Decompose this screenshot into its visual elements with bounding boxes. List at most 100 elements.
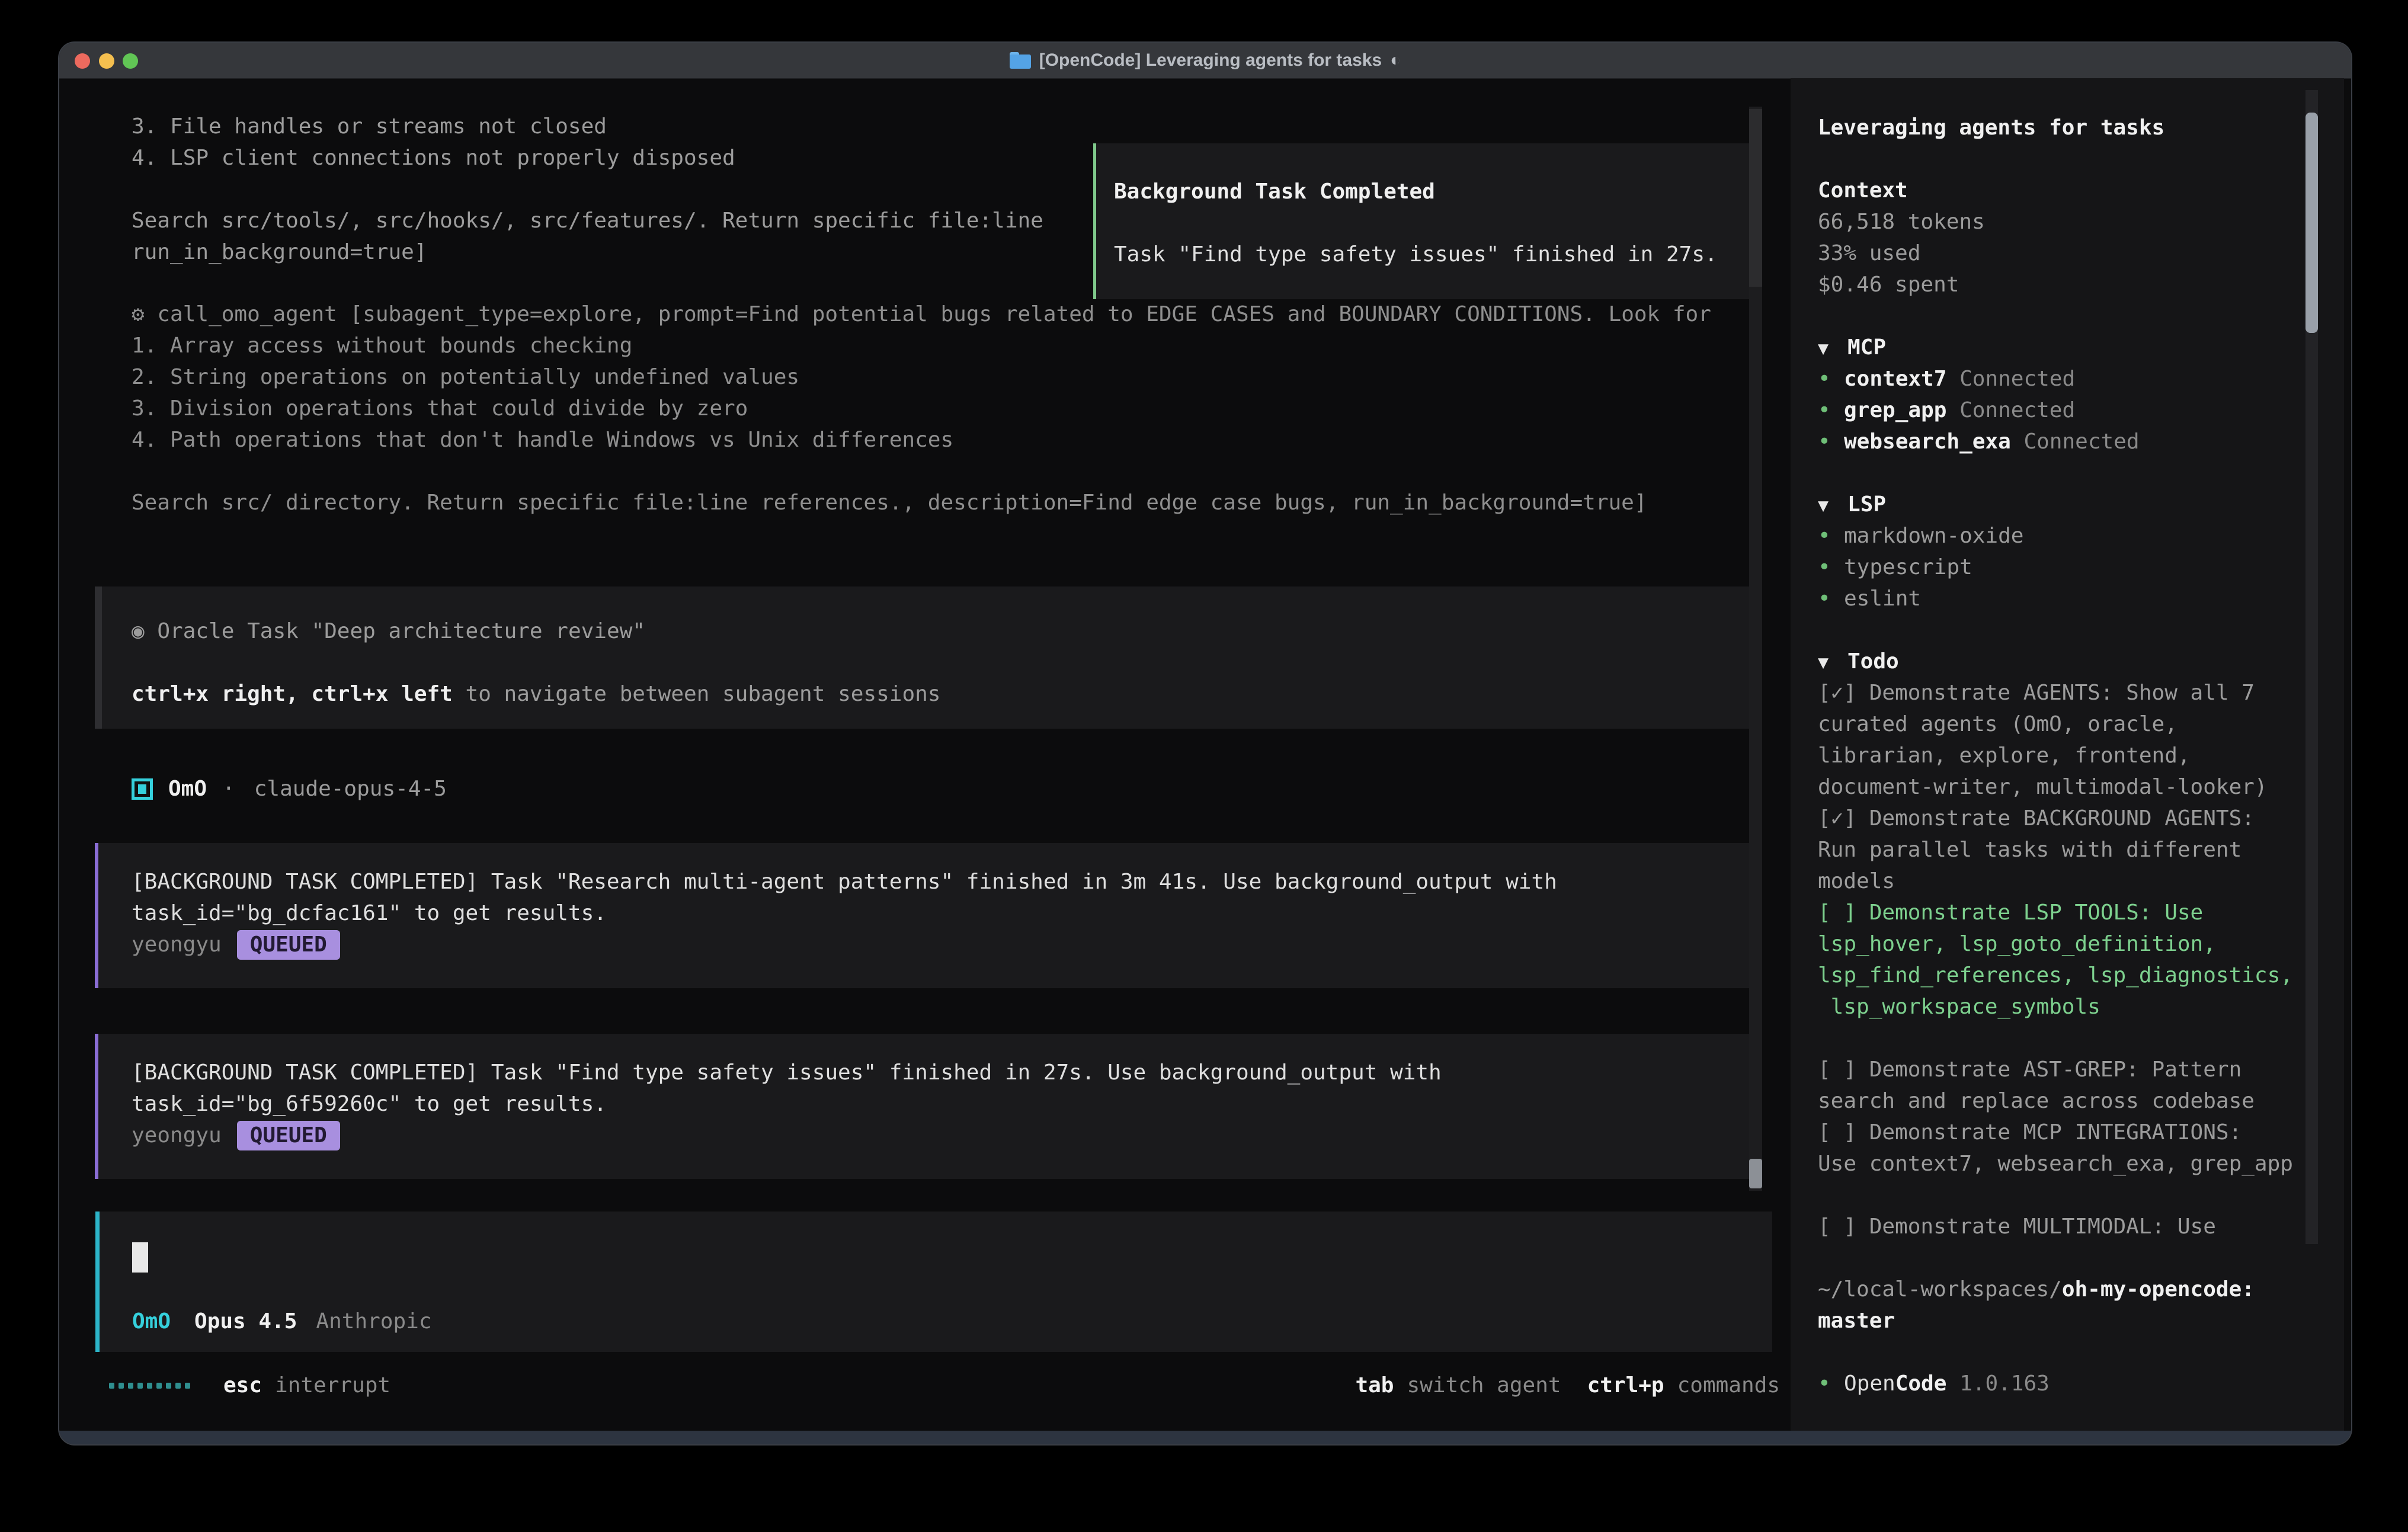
background-task-toast[interactable]: Background Task Completed Task "Find typ… <box>1093 143 1758 299</box>
folder-icon <box>1010 52 1031 69</box>
agent-checkbox-icon <box>132 778 153 800</box>
mcp-item: •grep_app Connected <box>1818 395 2344 426</box>
scrollbar-thumb[interactable] <box>1749 109 1762 287</box>
cmd-key-label: commands <box>1677 1370 1780 1401</box>
task-user: yeongyu <box>132 1123 222 1148</box>
session-title: Leveraging agents for tasks <box>1818 112 2344 143</box>
tool-call-header: ⚙ call_omo_agent [subagent_type=explore,… <box>132 299 1711 330</box>
workspace-branch: master <box>1818 1305 2344 1337</box>
dot-icon: • <box>1818 363 1844 395</box>
todo-line-active: lsp_workspace_symbols <box>1818 991 2344 1023</box>
sidebar: Leveraging agents for tasks Context 66,5… <box>1791 78 2344 1431</box>
todo-line: document-writer, multimodal-looker) <box>1818 771 2344 803</box>
todo-line: Run parallel tasks with different <box>1818 834 2344 866</box>
terminal-line: 3. File handles or streams not closed <box>132 111 1043 142</box>
spinner-icon <box>109 1383 190 1389</box>
todo-line-active: lsp_hover, lsp_goto_definition, <box>1818 928 2344 960</box>
prompt-input[interactable]: OmO Opus 4.5 Anthropic <box>95 1212 1772 1352</box>
input-meta: OmO Opus 4.5 Anthropic <box>132 1306 432 1337</box>
titlebar[interactable]: [OpenCode] Leveraging agents for tasks ◐ <box>59 43 2351 79</box>
opencode-window: [OpenCode] Leveraging agents for tasks ◐… <box>59 43 2351 1444</box>
text-cursor <box>132 1242 148 1273</box>
background-task-card[interactable]: [BACKGROUND TASK COMPLETED] Task "Resear… <box>95 843 1757 988</box>
session-state-icon: ◐ <box>1390 50 1401 70</box>
terminal-line: run_in_background=true] <box>132 236 1043 268</box>
context-used: 33% used <box>1818 238 2344 269</box>
version-line: •OpenCode 1.0.163 <box>1818 1368 2344 1399</box>
todo-line: [✓] Demonstrate BACKGROUND AGENTS: <box>1818 803 2344 834</box>
input-provider: Anthropic <box>316 1306 431 1337</box>
lsp-item: •eslint <box>1818 583 2344 614</box>
todo-line-active: [ ] Demonstrate LSP TOOLS: Use <box>1818 897 2344 928</box>
main-scrollbar[interactable] <box>1749 107 1762 1191</box>
context-spent: $0.46 spent <box>1818 269 2344 300</box>
tool-call-block: ⚙ call_omo_agent [subagent_type=explore,… <box>132 299 1711 518</box>
scrollbar-thumb[interactable] <box>2305 113 2318 333</box>
todo-line: [✓] Demonstrate AGENTS: Show all 7 <box>1818 677 2344 709</box>
background-task-card[interactable]: [BACKGROUND TASK COMPLETED] Task "Find t… <box>95 1034 1757 1179</box>
todo-line: librarian, explore, frontend, <box>1818 740 2344 771</box>
todo-line: [ ] Demonstrate MULTIMODAL: Use <box>1818 1211 2344 1242</box>
dot-icon: • <box>1818 395 1844 426</box>
input-model: Opus 4.5 <box>194 1306 297 1337</box>
mcp-section-header[interactable]: ▼MCP <box>1818 332 2344 363</box>
task-meta: yeongyu QUEUED <box>132 1120 1757 1151</box>
terminal-line: Search src/tools/, src/hooks/, src/featu… <box>132 205 1043 236</box>
zoom-button[interactable] <box>123 53 138 69</box>
window-bottom-bar <box>59 1431 2351 1444</box>
task-user: yeongyu <box>132 932 222 957</box>
agent-header: OmO · claude-opus-4-5 <box>132 773 447 805</box>
tool-call-item: 3. Division operations that could divide… <box>132 393 1711 424</box>
todo-line: curated agents (OmO, oracle, <box>1818 709 2344 740</box>
tab-key-label: switch agent <box>1407 1370 1561 1401</box>
todo-line: [ ] Demonstrate AST-GREP: Pattern <box>1818 1054 2344 1085</box>
task-meta: yeongyuQUEUED <box>132 929 1757 960</box>
tool-call-item: 4. Path operations that don't handle Win… <box>132 424 1711 456</box>
toast-title: Background Task Completed <box>1114 176 1755 207</box>
context-tokens: 66,518 tokens <box>1818 206 2344 238</box>
esc-key-hint: esc <box>223 1370 262 1401</box>
tool-call-item: 1. Array access without bounds checking <box>132 330 1711 361</box>
terminal-scrollback: 3. File handles or streams not closed 4.… <box>132 111 1043 268</box>
oracle-title: ◉ Oracle Task "Deep architecture review" <box>132 616 1757 647</box>
task-line: [BACKGROUND TASK COMPLETED] Task "Resear… <box>132 866 1757 898</box>
desktop: [OpenCode] Leveraging agents for tasks ◐… <box>0 0 2408 1532</box>
chevron-down-icon: ▼ <box>1818 490 1847 521</box>
dot-icon: • <box>1818 520 1844 552</box>
hint-keys: ctrl+x right, ctrl+x left <box>132 682 453 706</box>
todo-line: models <box>1818 866 2344 897</box>
agent-model: claude-opus-4-5 <box>254 773 447 805</box>
scrollbar-thumb[interactable] <box>1749 1159 1762 1188</box>
todo-line: [ ] Demonstrate MCP INTEGRATIONS: <box>1818 1117 2344 1148</box>
status-badge: QUEUED <box>237 1121 340 1150</box>
chevron-down-icon: ▼ <box>1818 647 1847 678</box>
window-title: [OpenCode] Leveraging agents for tasks <box>1039 50 1382 70</box>
chevron-down-icon: ▼ <box>1818 333 1847 364</box>
lsp-section-header[interactable]: ▼LSP <box>1818 489 2344 520</box>
close-button[interactable] <box>75 53 90 69</box>
tab-key-hint: tab <box>1355 1370 1394 1401</box>
terminal-line: 4. LSP client connections not properly d… <box>132 142 1043 174</box>
minimize-button[interactable] <box>99 53 114 69</box>
todo-section-header[interactable]: ▼Todo <box>1818 646 2344 677</box>
status-bar: esc interrupt tab switch agent ctrl+p co… <box>109 1370 1780 1401</box>
toast-body: Task "Find type safety issues" finished … <box>1114 239 1755 270</box>
sidebar-scrollbar[interactable] <box>2305 90 2318 1244</box>
tool-call-item: 2. String operations on potentially unde… <box>132 361 1711 393</box>
oracle-task-card[interactable]: ◉ Oracle Task "Deep architecture review"… <box>95 586 1757 729</box>
agent-name: OmO <box>168 773 207 805</box>
oracle-hint: ctrl+x right, ctrl+x left to navigate be… <box>132 678 1757 710</box>
mcp-item: •websearch_exa Connected <box>1818 426 2344 457</box>
lsp-item: •markdown-oxide <box>1818 520 2344 552</box>
fisheye-icon: ◉ <box>132 619 145 643</box>
input-agent: OmO <box>132 1306 171 1337</box>
dot-icon: • <box>1818 552 1844 583</box>
workspace-path: ~/local-workspaces/oh-my-opencode: <box>1818 1274 2344 1305</box>
todo-line: search and replace across codebase <box>1818 1085 2344 1117</box>
mcp-item: •context7 Connected <box>1818 363 2344 395</box>
separator-dot: · <box>222 773 235 805</box>
todo-line: Use context7, websearch_exa, grep_app <box>1818 1148 2344 1180</box>
task-line: task_id="bg_6f59260c" to get results. <box>132 1088 1757 1120</box>
task-line: task_id="bg_dcfac161" to get results. <box>132 898 1757 929</box>
dot-icon: • <box>1818 426 1844 457</box>
